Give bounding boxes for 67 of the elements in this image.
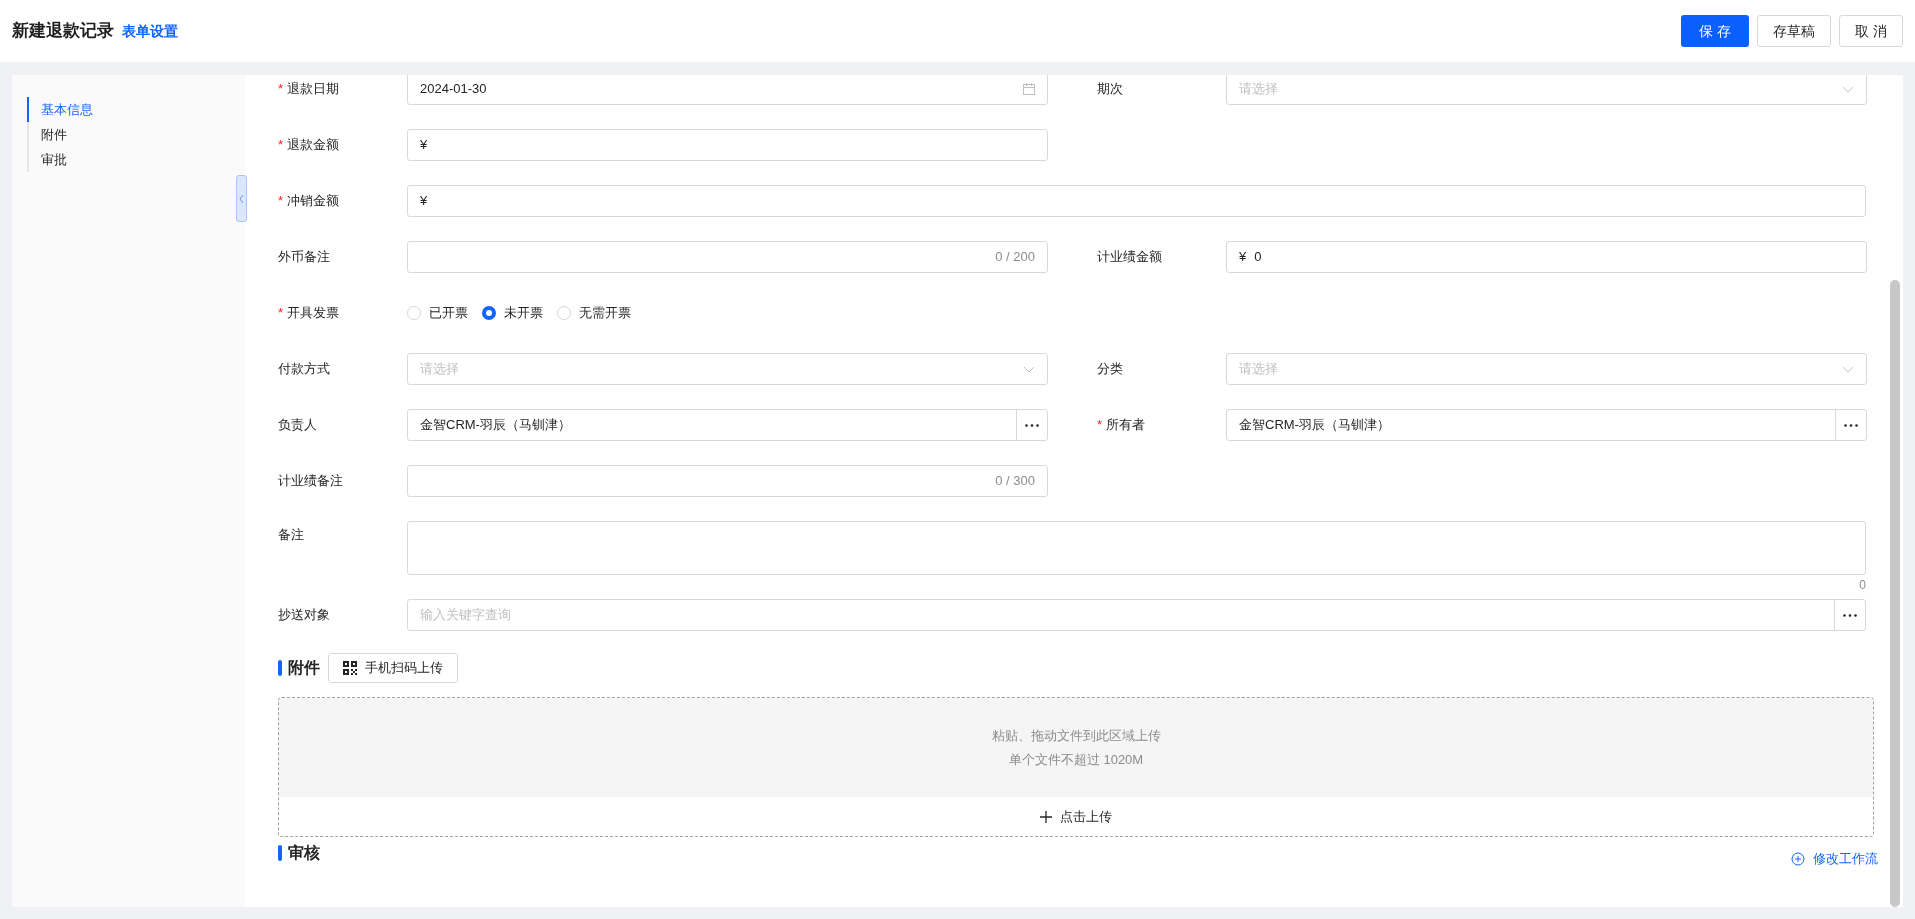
radio-option[interactable]: 未开票 bbox=[482, 303, 543, 323]
nav-item[interactable]: 附件 bbox=[27, 122, 245, 147]
field-label: 负责人 bbox=[278, 416, 317, 435]
section-title: 审核 bbox=[288, 843, 320, 863]
chevron-down-icon bbox=[1842, 365, 1854, 373]
chevron-down-icon bbox=[1023, 365, 1035, 373]
textarea-field[interactable] bbox=[407, 521, 1866, 575]
required-asterisk: * bbox=[278, 304, 284, 323]
char-counter: 0 bbox=[1859, 577, 1866, 594]
currency-symbol: ¥ bbox=[1239, 248, 1247, 267]
picker-field[interactable]: 金智CRM-羽辰（马钏津） bbox=[1226, 409, 1867, 441]
upload-button[interactable]: 点击上传 bbox=[279, 797, 1873, 836]
required-asterisk: * bbox=[278, 136, 284, 155]
save-button[interactable]: 保 存 bbox=[1681, 15, 1750, 47]
collapse-handle[interactable] bbox=[236, 175, 247, 222]
more-icon bbox=[1844, 423, 1858, 427]
amount-field[interactable]: ¥ bbox=[407, 185, 1866, 217]
cancel-button[interactable]: 取 消 bbox=[1839, 15, 1903, 47]
amount-field[interactable]: ¥ bbox=[407, 129, 1048, 161]
amount-field[interactable]: ¥ 0 bbox=[1226, 241, 1867, 273]
field-label: 分类 bbox=[1097, 360, 1123, 379]
chevron-left-icon bbox=[239, 193, 244, 204]
field-label: 备注 bbox=[278, 526, 304, 544]
input-field[interactable]: 0 / 200 bbox=[407, 241, 1048, 273]
field-label: 期次 bbox=[1097, 80, 1123, 99]
field-label: 所有者 bbox=[1106, 416, 1146, 435]
picker-field[interactable]: 金智CRM-羽辰（马钏津） bbox=[407, 409, 1048, 441]
plus-icon bbox=[1040, 810, 1052, 823]
field-label: 冲销金额 bbox=[287, 192, 340, 211]
radio-option[interactable]: 无需开票 bbox=[557, 303, 631, 323]
required-asterisk: * bbox=[278, 80, 284, 99]
amount-value: 0 bbox=[1254, 248, 1262, 267]
plus-circle-icon bbox=[1791, 851, 1805, 866]
save-draft-button[interactable]: 存草稿 bbox=[1757, 15, 1832, 47]
more-icon bbox=[1843, 613, 1857, 617]
currency-symbol: ¥ bbox=[420, 192, 428, 211]
field-label: 退款金额 bbox=[287, 136, 340, 155]
field-label: 付款方式 bbox=[278, 360, 330, 379]
more-icon bbox=[1025, 423, 1039, 427]
required-asterisk: * bbox=[278, 192, 284, 211]
qr-code-icon bbox=[343, 661, 357, 675]
char-counter: 0 / 300 bbox=[995, 472, 1035, 491]
chevron-down-icon bbox=[1842, 85, 1854, 93]
char-counter: 0 / 200 bbox=[995, 248, 1035, 267]
scrollbar[interactable] bbox=[1890, 280, 1900, 907]
field-label: 计业绩金额 bbox=[1097, 248, 1162, 267]
form-settings-link[interactable]: 表单设置 bbox=[122, 20, 178, 42]
field-label: 退款日期 bbox=[287, 80, 340, 99]
field-label: 计业绩备注 bbox=[278, 472, 343, 491]
calendar-icon bbox=[1023, 83, 1035, 95]
page-title: 新建退款记录 bbox=[12, 20, 114, 43]
upload-hint: 粘贴、拖动文件到此区域上传 bbox=[991, 727, 1161, 745]
upload-hint: 单个文件不超过 1020M bbox=[1008, 750, 1144, 769]
field-label: 外币备注 bbox=[278, 248, 330, 267]
nav-item[interactable]: 审批 bbox=[27, 147, 245, 172]
section-title: 附件 bbox=[288, 658, 320, 678]
required-asterisk: * bbox=[1097, 416, 1103, 435]
qr-upload-button[interactable]: 手机扫码上传 bbox=[328, 653, 458, 683]
input-field[interactable]: 0 / 300 bbox=[407, 465, 1048, 497]
field-label: 抄送对象 bbox=[278, 606, 330, 625]
date-field[interactable]: 2024-01-30 bbox=[407, 75, 1048, 105]
nav-item[interactable]: 基本信息 bbox=[27, 97, 245, 122]
upload-dropzone[interactable]: 粘贴、拖动文件到此区域上传 单个文件不超过 1020M 点击上传 bbox=[278, 697, 1874, 837]
radio-option[interactable]: 已开票 bbox=[407, 303, 468, 323]
field-label: 开具发票 bbox=[287, 304, 340, 323]
currency-symbol: ¥ bbox=[420, 136, 428, 155]
edit-workflow-link[interactable]: 修改工作流 bbox=[1791, 849, 1878, 869]
